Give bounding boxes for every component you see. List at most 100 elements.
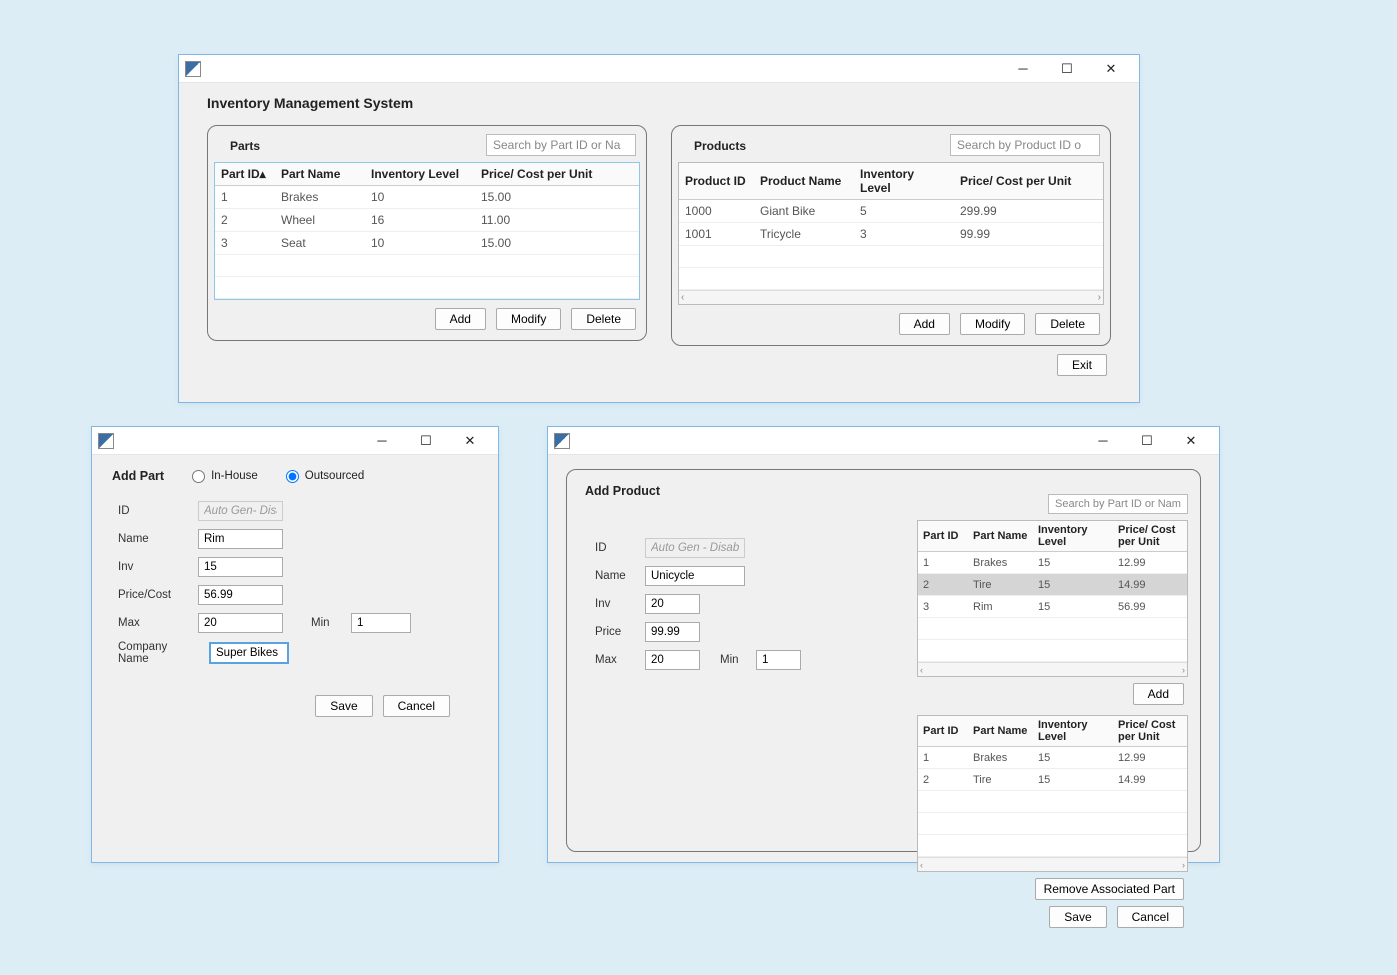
cancel-button[interactable]: Cancel — [383, 695, 450, 717]
products-hscroll[interactable]: ‹› — [679, 290, 1103, 304]
titlebar: ─ ☐ ✕ — [179, 55, 1139, 83]
maximize-button[interactable]: ☐ — [404, 428, 448, 454]
add-associated-button[interactable]: Add — [1133, 683, 1184, 705]
add-part-title: Add Part — [112, 469, 164, 483]
price-field[interactable] — [198, 585, 283, 605]
id-field — [198, 501, 283, 521]
app-icon — [185, 61, 201, 77]
table-row — [215, 277, 639, 299]
inv-label: Inv — [595, 598, 635, 610]
table-row — [918, 791, 1187, 813]
products-panel: Products Product ID Product Name Invento… — [671, 125, 1111, 346]
name-label: Name — [118, 533, 188, 545]
maximize-button[interactable]: ☐ — [1045, 56, 1089, 82]
table-row — [918, 618, 1187, 640]
id-label: ID — [118, 505, 188, 517]
inhouse-radio[interactable]: In-House — [192, 470, 258, 483]
products-col-price[interactable]: Price/ Cost per Unit — [954, 163, 1103, 200]
exit-button[interactable]: Exit — [1057, 354, 1107, 376]
min-field[interactable] — [351, 613, 411, 633]
all-parts-table[interactable]: Part ID Part Name Inventory Level Price/… — [917, 520, 1188, 677]
products-modify-button[interactable]: Modify — [960, 313, 1025, 335]
parts-search-input[interactable] — [486, 134, 636, 156]
table-row[interactable]: 2Wheel1611.00 — [215, 209, 639, 232]
cancel-button[interactable]: Cancel — [1117, 906, 1184, 928]
products-col-id[interactable]: Product ID — [679, 163, 754, 200]
table-row[interactable]: 1001Tricycle399.99 — [679, 223, 1103, 246]
parts-col-price[interactable]: Price/ Cost per Unit — [475, 163, 639, 186]
company-label: Company Name — [118, 641, 200, 665]
parts-col-name[interactable]: Part Name — [275, 163, 365, 186]
min-label: Min — [311, 617, 341, 629]
titlebar: ─ ☐ ✕ — [92, 427, 498, 455]
products-add-button[interactable]: Add — [899, 313, 950, 335]
price-field[interactable] — [645, 622, 700, 642]
minimize-button[interactable]: ─ — [1081, 428, 1125, 454]
product-parts-search-input[interactable] — [1048, 494, 1188, 514]
table-row — [679, 268, 1103, 290]
save-button[interactable]: Save — [315, 695, 372, 717]
parts-col-inv[interactable]: Inventory Level — [365, 163, 475, 186]
remove-associated-button[interactable]: Remove Associated Part — [1035, 878, 1184, 900]
add-product-panel: Add Product ID Name Inv Price Max Min — [566, 469, 1201, 852]
add-product-window: ─ ☐ ✕ Add Product ID Name Inv Price Max … — [547, 426, 1220, 863]
table-row — [215, 255, 639, 277]
parts-modify-button[interactable]: Modify — [496, 308, 561, 330]
table-row[interactable]: 2Tire1514.99 — [918, 769, 1187, 791]
min-field[interactable] — [756, 650, 801, 670]
max-label: Max — [595, 654, 635, 666]
min-label: Min — [720, 654, 746, 666]
table-row[interactable]: 2Tire1514.99 — [918, 574, 1187, 596]
table-row — [918, 813, 1187, 835]
max-field[interactable] — [645, 650, 700, 670]
table-row[interactable]: 1000Giant Bike5299.99 — [679, 200, 1103, 223]
parts-panel: Parts Part ID▴ Part Name Inventory Level… — [207, 125, 647, 341]
inv-label: Inv — [118, 561, 188, 573]
page-title: Inventory Management System — [207, 95, 1111, 111]
id-field — [645, 538, 745, 558]
app-icon — [98, 433, 114, 449]
outsourced-radio[interactable]: Outsourced — [286, 470, 364, 483]
table-row[interactable]: 3Rim1556.99 — [918, 596, 1187, 618]
minimize-button[interactable]: ─ — [360, 428, 404, 454]
close-button[interactable]: ✕ — [448, 428, 492, 454]
hscroll[interactable]: ‹› — [918, 662, 1187, 676]
add-part-window: ─ ☐ ✕ Add Part In-House Outsourced ID Na… — [91, 426, 499, 863]
table-row — [918, 640, 1187, 662]
associated-parts-table[interactable]: Part ID Part Name Inventory Level Price/… — [917, 715, 1188, 872]
products-table[interactable]: Product ID Product Name Inventory Level … — [678, 162, 1104, 305]
hscroll[interactable]: ‹› — [918, 857, 1187, 871]
parts-add-button[interactable]: Add — [435, 308, 486, 330]
products-delete-button[interactable]: Delete — [1035, 313, 1100, 335]
close-button[interactable]: ✕ — [1169, 428, 1213, 454]
table-row — [679, 246, 1103, 268]
company-field[interactable] — [210, 643, 288, 663]
price-label: Price/Cost — [118, 589, 188, 601]
minimize-button[interactable]: ─ — [1001, 56, 1045, 82]
table-row[interactable]: 1Brakes1015.00 — [215, 186, 639, 209]
titlebar: ─ ☐ ✕ — [548, 427, 1219, 455]
close-button[interactable]: ✕ — [1089, 56, 1133, 82]
products-col-name[interactable]: Product Name — [754, 163, 854, 200]
parts-panel-label: Parts — [222, 135, 268, 155]
table-row[interactable]: 1Brakes1512.99 — [918, 747, 1187, 769]
products-search-input[interactable] — [950, 134, 1100, 156]
max-label: Max — [118, 617, 188, 629]
inv-field[interactable] — [198, 557, 283, 577]
parts-col-id[interactable]: Part ID▴ — [215, 163, 275, 186]
products-col-inv[interactable]: Inventory Level — [854, 163, 954, 200]
parts-delete-button[interactable]: Delete — [571, 308, 636, 330]
name-field[interactable] — [645, 566, 745, 586]
parts-table[interactable]: Part ID▴ Part Name Inventory Level Price… — [214, 162, 640, 300]
maximize-button[interactable]: ☐ — [1125, 428, 1169, 454]
name-field[interactable] — [198, 529, 283, 549]
table-row[interactable]: 1Brakes1512.99 — [918, 552, 1187, 574]
table-row — [918, 835, 1187, 857]
table-row[interactable]: 3Seat1015.00 — [215, 232, 639, 255]
id-label: ID — [595, 542, 635, 554]
products-panel-label: Products — [686, 135, 754, 155]
inv-field[interactable] — [645, 594, 700, 614]
max-field[interactable] — [198, 613, 283, 633]
save-button[interactable]: Save — [1049, 906, 1106, 928]
main-window: ─ ☐ ✕ Inventory Management System Parts — [178, 54, 1140, 403]
